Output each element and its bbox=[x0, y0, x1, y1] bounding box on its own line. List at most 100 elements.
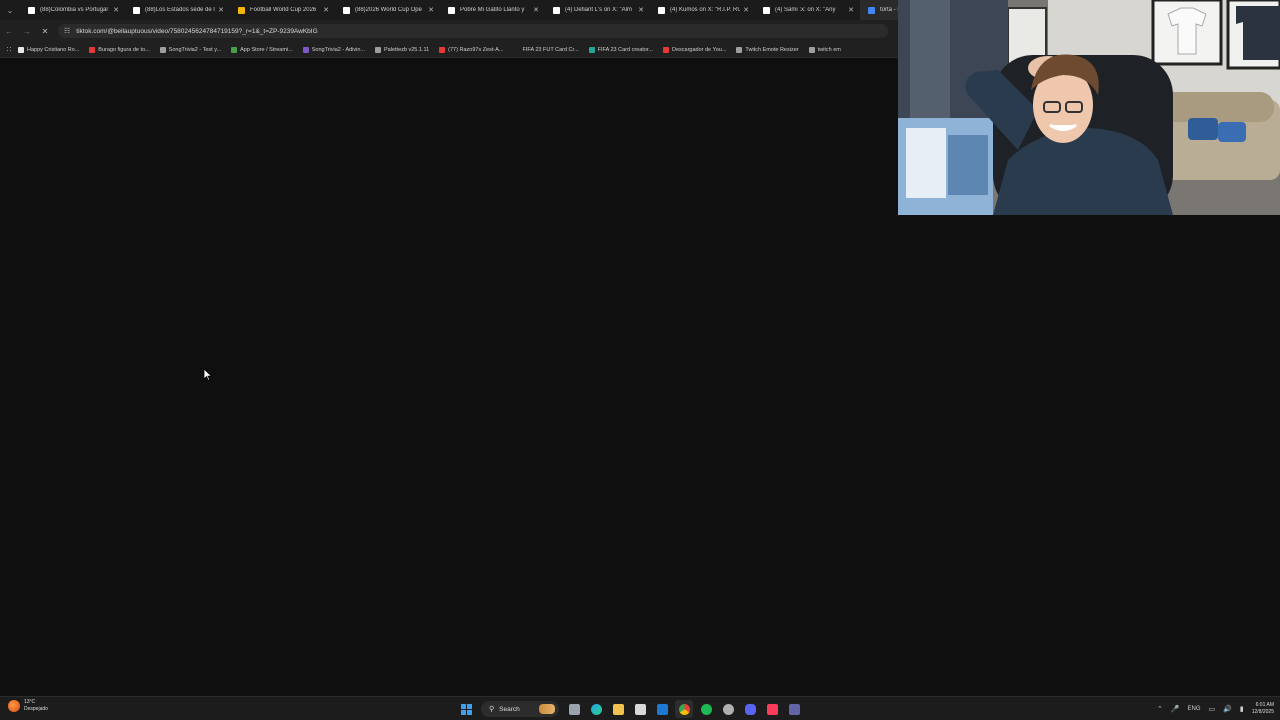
settings-gear-icon[interactable] bbox=[719, 700, 737, 718]
tab-close-icon[interactable]: ✕ bbox=[428, 6, 434, 14]
tab-title: (88)2026 World Cup Ope bbox=[355, 7, 422, 13]
windows-start-icon[interactable] bbox=[457, 700, 475, 718]
browser-tab[interactable]: (88)Colombia vs Portugal ✕ bbox=[20, 0, 125, 20]
chrome-icon[interactable] bbox=[675, 700, 693, 718]
webcam-overlay bbox=[898, 0, 1280, 215]
bookmark-favicon-icon bbox=[18, 46, 24, 53]
bookmark-label: Descargador de You... bbox=[671, 46, 727, 53]
tab-close-icon[interactable]: ✕ bbox=[218, 6, 224, 14]
browser-window: ⌄ (88)Colombia vs Portugal ✕ (88)Los Estad… bbox=[0, 0, 900, 696]
bookmark-favicon-icon bbox=[439, 46, 446, 53]
bookmark-item[interactable]: Twitch Emote Resizer bbox=[736, 46, 799, 53]
tab-title: (4) Kumos on X: "R.I.P. RUI bbox=[670, 7, 741, 13]
tab-close-icon[interactable]: ✕ bbox=[848, 6, 854, 14]
tab-favicon-icon bbox=[28, 6, 35, 14]
search-highlight-image bbox=[539, 704, 555, 714]
bookmark-item[interactable]: Happy Cristiano Ro... bbox=[18, 46, 79, 53]
tab-search-chevron-icon[interactable]: ⌄ bbox=[0, 0, 20, 20]
tab-close-icon[interactable]: ✕ bbox=[533, 6, 539, 14]
display-icon[interactable]: ▭ bbox=[1209, 705, 1216, 713]
battery-icon[interactable]: ▮ bbox=[1240, 705, 1244, 713]
bookmark-label: Palettezb v25.1.11 bbox=[384, 46, 430, 53]
tab-title: (4) Defiant L's on X: "Alm bbox=[565, 7, 632, 13]
volume-icon[interactable]: 🔊 bbox=[1223, 705, 1232, 713]
mouse-cursor bbox=[203, 368, 213, 386]
tab-close-icon[interactable]: ✕ bbox=[743, 6, 749, 14]
tab-title: (4) Sami :x: on X: "Any bbox=[775, 7, 836, 13]
forward-arrow-icon[interactable]: → bbox=[18, 20, 36, 42]
windows-taskbar: 13°C Despejado ⚲ Search ⌃ 🎤 ENG ▭ 🔊 ▮ 6:… bbox=[0, 696, 1280, 720]
tab-title: (88)Colombia vs Portugal bbox=[40, 7, 108, 13]
tab-close-icon[interactable]: ✕ bbox=[113, 6, 119, 14]
bookmarks-bar: ∷ Happy Cristiano Ro... Burago figura de … bbox=[0, 42, 900, 58]
browser-tab[interactable]: torta - Bu✕ bbox=[860, 0, 900, 20]
taskbar-search-box[interactable]: ⚲ Search bbox=[481, 701, 559, 717]
tab-favicon-icon bbox=[763, 6, 770, 14]
taskbar-search-label: Search bbox=[499, 705, 520, 713]
bookmark-favicon-icon bbox=[736, 46, 743, 53]
file-explorer-icon[interactable] bbox=[609, 700, 627, 718]
tab-favicon-icon bbox=[133, 6, 140, 14]
bookmark-item[interactable]: Burago figura de to... bbox=[89, 46, 150, 53]
weather-widget[interactable]: 13°C Despejado bbox=[8, 699, 48, 713]
bookmark-label: FIFA 23 FUT Card Cr... bbox=[522, 46, 579, 53]
mail-icon[interactable] bbox=[653, 700, 671, 718]
tab-favicon-icon bbox=[343, 6, 350, 14]
address-bar[interactable]: ☷ tiktok.com/@bellauptuous/video/7580245… bbox=[58, 24, 888, 38]
spotify-icon[interactable] bbox=[697, 700, 715, 718]
tabs-container: (88)Colombia vs Portugal ✕ (88)Los Estados… bbox=[20, 0, 900, 20]
clock-date: 12/8/2025 bbox=[1251, 709, 1274, 715]
clock-time: 6:01 AM bbox=[1255, 702, 1274, 708]
tab-favicon-icon bbox=[553, 6, 560, 14]
tab-close-icon[interactable]: ✕ bbox=[638, 6, 644, 14]
bookmark-item[interactable]: Palettezb v25.1.11 bbox=[375, 46, 430, 53]
page-content-loading bbox=[0, 58, 900, 696]
bookmark-label: App Store / Streami... bbox=[240, 46, 293, 53]
bookmark-item[interactable]: Descargador de You... bbox=[662, 46, 727, 53]
stop-loading-icon[interactable]: ✕ bbox=[36, 20, 54, 42]
taskbar-apps: ⚲ Search bbox=[455, 699, 805, 719]
browser-tab[interactable]: (4) Kumos on X: "R.I.P. RUI ✕ bbox=[650, 0, 755, 20]
browser-tab[interactable]: (4) Defiant L's on X: "Alm ✕ bbox=[545, 0, 650, 20]
microsoft-store-icon[interactable] bbox=[631, 700, 649, 718]
bookmark-favicon-icon bbox=[808, 46, 815, 53]
bookmark-label: Burago figura de to... bbox=[98, 46, 150, 53]
music-app-icon[interactable] bbox=[763, 700, 781, 718]
task-view-icon[interactable] bbox=[565, 700, 583, 718]
system-tray: ⌃ 🎤 ENG ▭ 🔊 ▮ 6:01 AM 12/8/2025 bbox=[1153, 699, 1274, 719]
bookmark-item[interactable]: App Store / Streami... bbox=[231, 46, 293, 53]
bookmark-item[interactable]: FIFA 23 FUT Card Cr... bbox=[513, 46, 579, 53]
teams-icon[interactable] bbox=[785, 700, 803, 718]
bookmark-label: (77) Razo97s Zest-A... bbox=[448, 46, 504, 53]
apps-grid-icon[interactable]: ∷ bbox=[0, 45, 18, 54]
browser-tab[interactable]: (4) Sami :x: on X: "Any ✕ bbox=[755, 0, 860, 20]
tab-title: (88)Los Estados sede de l bbox=[145, 7, 215, 13]
bookmark-label: FIFA 23 Card creator... bbox=[597, 46, 653, 53]
bookmark-label: SongTrivia2 - Test y... bbox=[168, 46, 222, 53]
bookmark-item[interactable]: SongTrivia2 - Adivin... bbox=[302, 46, 365, 53]
browser-tab[interactable]: (88)Los Estados sede de l ✕ bbox=[125, 0, 230, 20]
bookmark-favicon-icon bbox=[662, 46, 669, 53]
back-arrow-icon[interactable]: ← bbox=[0, 20, 18, 42]
bookmark-favicon-icon bbox=[89, 46, 96, 53]
browser-tab[interactable]: Football World Cup 2026 ✕ bbox=[230, 0, 335, 20]
bookmark-favicon-icon bbox=[302, 46, 309, 53]
browser-tab[interactable]: (88)2026 World Cup Ope ✕ bbox=[335, 0, 440, 20]
bookmark-item[interactable]: twitch em bbox=[808, 46, 841, 53]
edge-browser-icon[interactable] bbox=[587, 700, 605, 718]
show-hidden-icons-chevron-icon[interactable]: ⌃ bbox=[1157, 705, 1163, 713]
language-indicator[interactable]: ENG bbox=[1188, 706, 1201, 712]
search-icon: ⚲ bbox=[489, 706, 495, 713]
browser-toolbar: ← → ✕ ☷ tiktok.com/@bellauptuous/video/7… bbox=[0, 20, 900, 42]
microphone-icon[interactable]: 🎤 bbox=[1171, 705, 1180, 713]
taskbar-clock[interactable]: 6:01 AM 12/8/2025 bbox=[1252, 702, 1274, 716]
bookmark-item[interactable]: FIFA 23 Card creator... bbox=[588, 46, 653, 53]
site-info-icon[interactable]: ☷ bbox=[64, 27, 70, 35]
bookmark-item[interactable]: (77) Razo97s Zest-A... bbox=[439, 46, 504, 53]
browser-tab[interactable]: Pobre Mi Gatito Llanto y ✕ bbox=[440, 0, 545, 20]
bookmark-item[interactable]: SongTrivia2 - Test y... bbox=[159, 46, 222, 53]
tab-close-icon[interactable]: ✕ bbox=[323, 6, 329, 14]
discord-icon[interactable] bbox=[741, 700, 759, 718]
bookmark-favicon-icon bbox=[375, 46, 382, 53]
bookmark-favicon-icon bbox=[513, 46, 520, 53]
